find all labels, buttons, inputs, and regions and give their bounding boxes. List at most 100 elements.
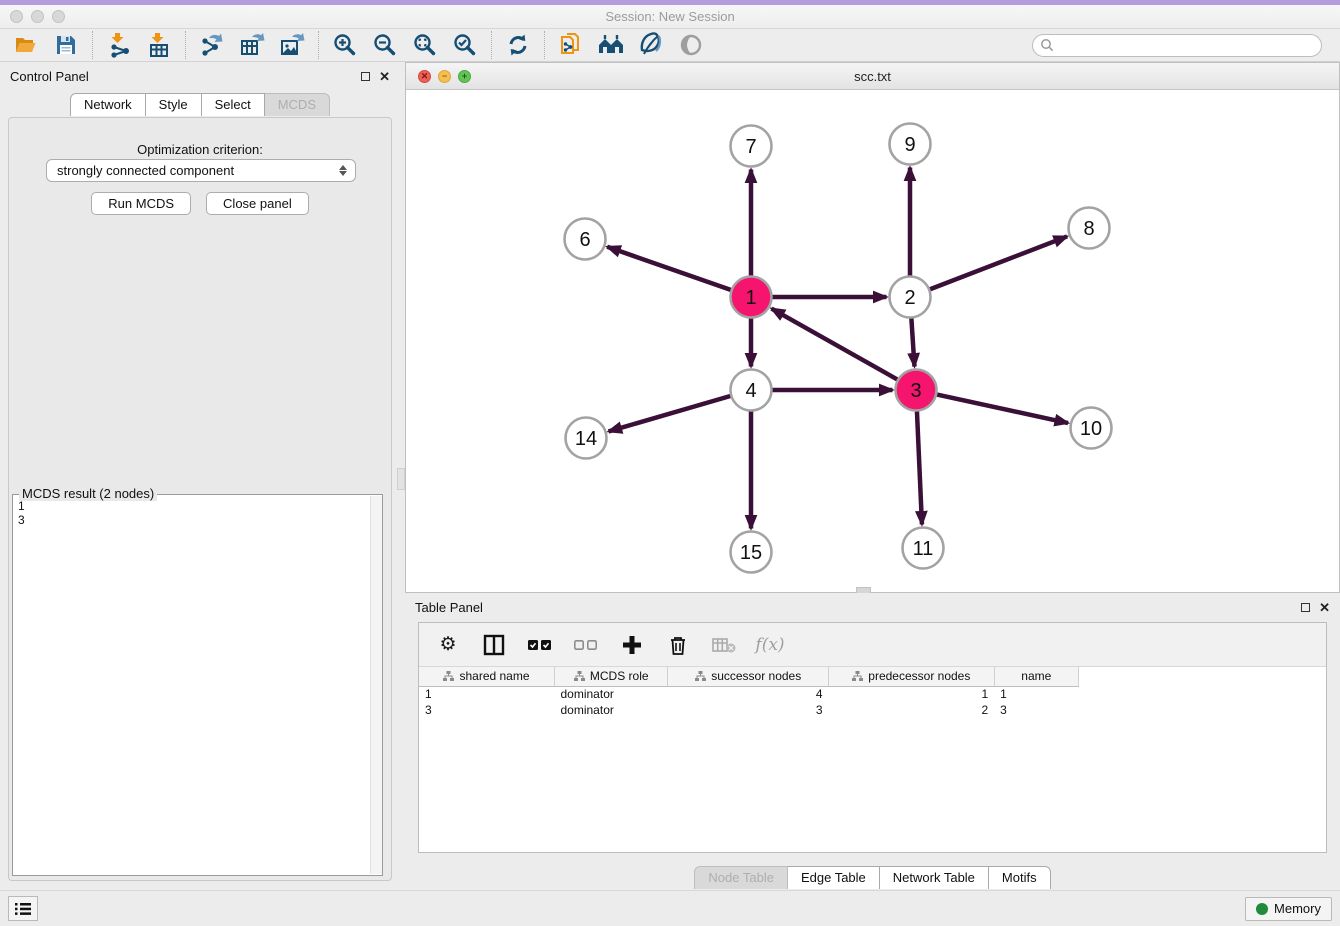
graph-node-3[interactable]: 3 <box>896 370 937 411</box>
edge-2-3[interactable] <box>911 318 914 366</box>
close-panel-icon[interactable]: ✕ <box>1319 601 1330 614</box>
tab-select[interactable]: Select <box>202 93 265 116</box>
mcds-result-text[interactable]: 1 3 <box>13 497 369 875</box>
houses-icon[interactable] <box>597 31 625 59</box>
graph-node-2[interactable]: 2 <box>890 277 931 318</box>
zoom-fit-icon[interactable] <box>411 31 439 59</box>
table-cell[interactable]: 3 <box>994 702 1078 718</box>
tab-style[interactable]: Style <box>146 93 202 116</box>
svg-text:1: 1 <box>745 287 756 309</box>
import-table-icon[interactable] <box>145 31 173 59</box>
svg-text:11: 11 <box>913 538 934 560</box>
task-history-button[interactable] <box>8 896 38 921</box>
vertical-splitter-grip[interactable] <box>397 468 405 490</box>
table-cell[interactable]: 2 <box>829 702 995 718</box>
tab-node-table[interactable]: Node Table <box>694 866 788 889</box>
close-panel-button[interactable]: Close panel <box>206 192 309 215</box>
graph-node-14[interactable]: 14 <box>566 418 607 459</box>
tab-network[interactable]: Network <box>70 93 146 116</box>
graph-node-8[interactable]: 8 <box>1069 208 1110 249</box>
edge-2-8[interactable] <box>930 236 1067 289</box>
application-window: Session: New Session <box>0 0 1340 926</box>
search-input[interactable] <box>1032 34 1322 57</box>
export-table-icon[interactable] <box>238 31 266 59</box>
status-bar: Memory <box>0 890 1340 926</box>
table-cell[interactable]: 1 <box>829 686 995 702</box>
table-header-row: shared nameMCDS rolesuccessor nodesprede… <box>419 667 1079 686</box>
clone-network-icon[interactable] <box>557 31 585 59</box>
hierarchy-icon <box>574 671 585 681</box>
graph-node-1[interactable]: 1 <box>731 277 772 318</box>
add-icon[interactable] <box>619 632 645 658</box>
graph-node-7[interactable]: 7 <box>731 126 772 167</box>
zoom-out-icon[interactable] <box>371 31 399 59</box>
search-field-wrap <box>1032 34 1322 57</box>
edge-4-14[interactable] <box>609 396 731 431</box>
select-all-icon[interactable] <box>527 632 553 658</box>
close-panel-icon[interactable]: ✕ <box>379 70 390 83</box>
column-header-predecessor-nodes[interactable]: predecessor nodes <box>829 667 995 686</box>
svg-text:10: 10 <box>1080 418 1102 440</box>
node-table-container: ⚙ f(x) <box>418 622 1327 853</box>
eye-icon[interactable] <box>677 31 705 59</box>
svg-text:8: 8 <box>1083 218 1094 240</box>
tab-network-table[interactable]: Network Table <box>880 866 989 889</box>
table-cell[interactable]: 3 <box>668 702 829 718</box>
graph-node-11[interactable]: 11 <box>903 528 944 569</box>
deselect-all-icon[interactable] <box>573 632 599 658</box>
delete-table-icon[interactable] <box>711 632 737 658</box>
delete-icon[interactable] <box>665 632 691 658</box>
edge-1-6[interactable] <box>607 247 731 290</box>
memory-button[interactable]: Memory <box>1245 897 1332 921</box>
paintbrush-icon[interactable] <box>637 31 665 59</box>
table-cell[interactable]: 1 <box>994 686 1078 702</box>
column-header-MCDS-role[interactable]: MCDS role <box>555 667 668 686</box>
network-canvas[interactable]: 7 9 6 8 1 2 4 3 14 10 15 11 <box>406 90 1339 592</box>
network-window-title: scc.txt <box>406 69 1339 84</box>
graph-node-15[interactable]: 15 <box>731 532 772 573</box>
edge-3-11[interactable] <box>917 411 922 524</box>
table-cell[interactable]: 1 <box>419 686 555 702</box>
gear-icon[interactable]: ⚙ <box>435 632 461 658</box>
import-network-icon[interactable] <box>105 31 133 59</box>
table-cell[interactable]: dominator <box>555 702 668 718</box>
column-header-shared-name[interactable]: shared name <box>419 667 555 686</box>
network-window-titlebar[interactable]: ✕ − + scc.txt <box>406 63 1339 90</box>
save-session-icon[interactable] <box>52 31 80 59</box>
edge-3-1[interactable] <box>771 309 897 380</box>
graph-node-6[interactable]: 6 <box>565 219 606 260</box>
graph-node-9[interactable]: 9 <box>890 124 931 165</box>
refresh-icon[interactable] <box>504 31 532 59</box>
open-session-icon[interactable] <box>12 31 40 59</box>
result-scrollbar[interactable] <box>370 496 382 874</box>
tab-edge-table[interactable]: Edge Table <box>788 866 880 889</box>
run-mcds-button[interactable]: Run MCDS <box>91 192 191 215</box>
table-cell[interactable]: dominator <box>555 686 668 702</box>
svg-text:4: 4 <box>745 380 756 402</box>
criterion-dropdown[interactable]: strongly connected component <box>46 159 356 182</box>
titlebar[interactable]: Session: New Session <box>0 5 1340 29</box>
dropdown-stepper-icon <box>335 162 351 179</box>
control-panel-header: Control Panel ✕ <box>0 62 400 90</box>
tab-mcds[interactable]: MCDS <box>265 93 330 116</box>
graph-node-10[interactable]: 10 <box>1071 408 1112 449</box>
column-header-successor-nodes[interactable]: successor nodes <box>668 667 829 686</box>
export-network-icon[interactable] <box>198 31 226 59</box>
float-panel-icon[interactable] <box>1301 603 1310 612</box>
columns-icon[interactable] <box>481 632 507 658</box>
table-row[interactable]: 1dominator411 <box>419 686 1079 702</box>
edge-3-10[interactable] <box>937 395 1068 423</box>
table-cell[interactable]: 4 <box>668 686 829 702</box>
function-builder-icon[interactable]: f(x) <box>757 632 783 658</box>
node-table[interactable]: shared nameMCDS rolesuccessor nodesprede… <box>419 667 1079 718</box>
float-panel-icon[interactable] <box>361 72 370 81</box>
column-header-name[interactable]: name <box>994 667 1078 686</box>
table-row[interactable]: 3dominator323 <box>419 702 1079 718</box>
table-cell[interactable]: 3 <box>419 702 555 718</box>
export-image-icon[interactable] <box>278 31 306 59</box>
tab-motifs[interactable]: Motifs <box>989 866 1051 889</box>
svg-text:2: 2 <box>904 287 915 309</box>
graph-node-4[interactable]: 4 <box>731 370 772 411</box>
zoom-selected-icon[interactable] <box>451 31 479 59</box>
zoom-in-icon[interactable] <box>331 31 359 59</box>
